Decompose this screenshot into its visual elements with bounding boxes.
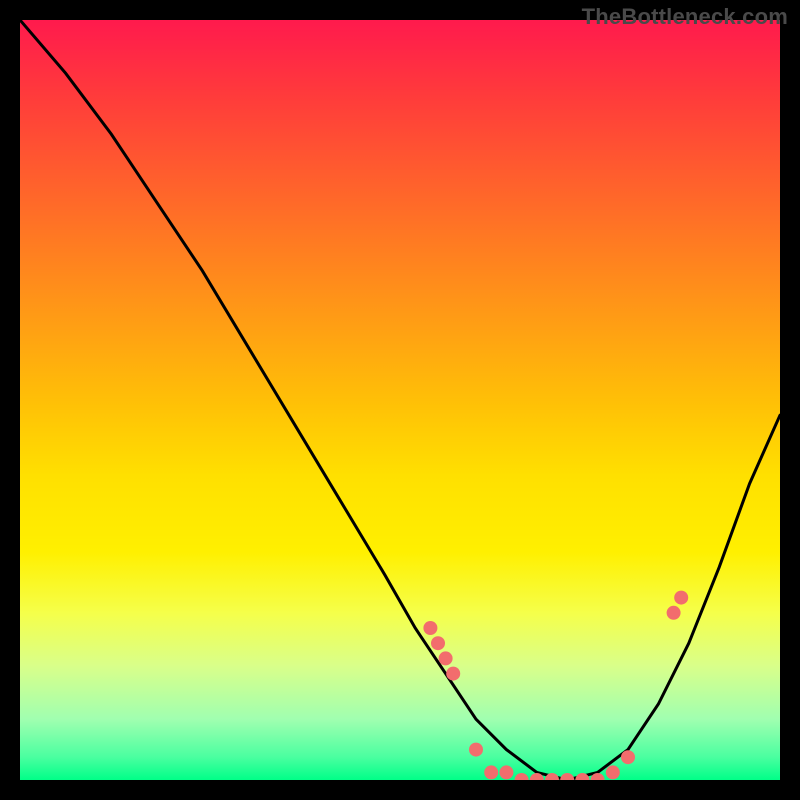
- data-point: [499, 765, 513, 779]
- data-point: [423, 621, 437, 635]
- data-point: [606, 765, 620, 779]
- data-point: [667, 606, 681, 620]
- data-point: [484, 765, 498, 779]
- data-point: [621, 750, 635, 764]
- bottleneck-curve: [20, 20, 780, 780]
- scatter-points: [423, 591, 688, 780]
- chart-wrapper: TheBottleneck.com: [0, 0, 800, 800]
- data-point: [674, 591, 688, 605]
- chart-svg: [20, 20, 780, 780]
- data-point: [439, 651, 453, 665]
- data-point: [446, 667, 460, 681]
- data-point: [560, 773, 574, 780]
- data-point: [469, 743, 483, 757]
- data-point: [431, 636, 445, 650]
- watermark-text: TheBottleneck.com: [582, 4, 788, 30]
- data-point: [515, 773, 529, 780]
